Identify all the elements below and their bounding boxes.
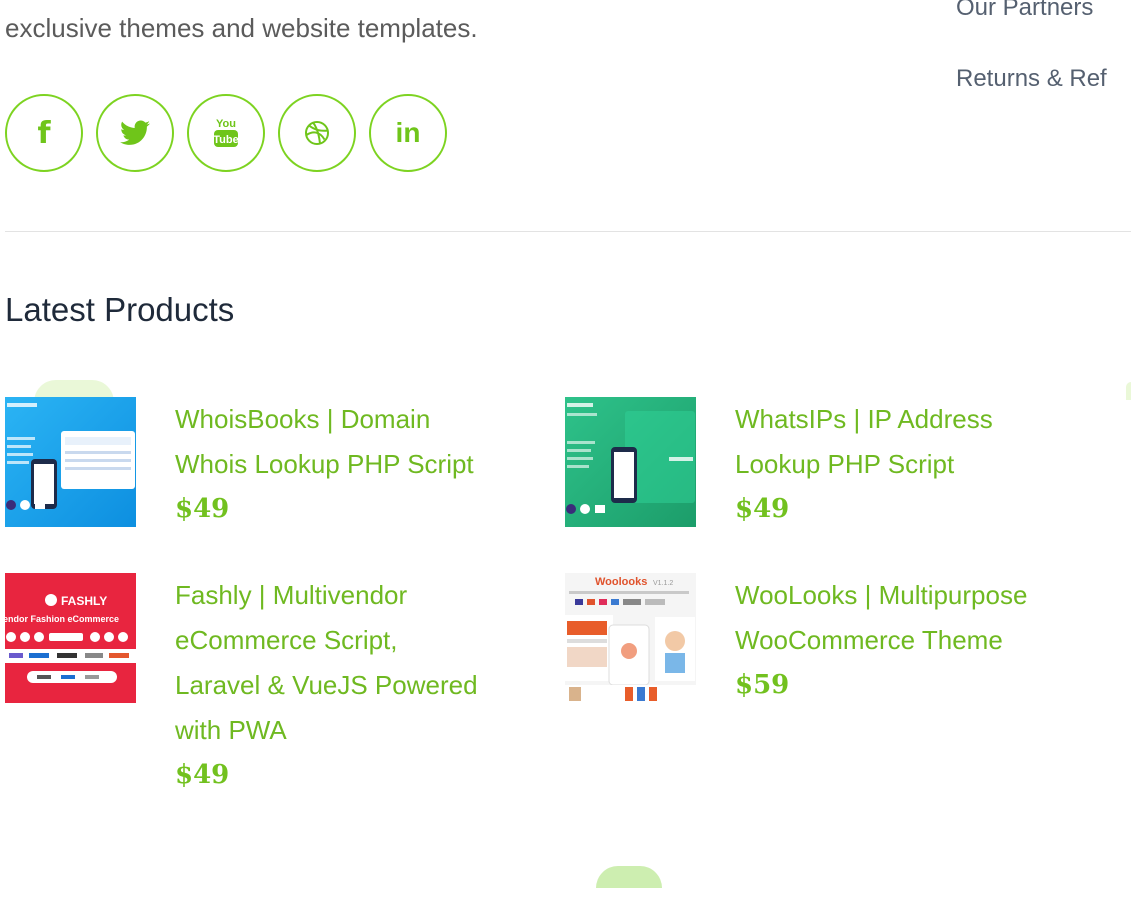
facebook-icon: f bbox=[37, 115, 51, 151]
thumb-brand: Woolooks bbox=[595, 576, 647, 588]
dribbble-button[interactable] bbox=[278, 94, 356, 172]
about-text: exclusive themes and website templates. bbox=[5, 13, 478, 43]
product-thumbnail[interactable]: Woolooks V1.1.2 bbox=[565, 573, 696, 703]
dribbble-icon bbox=[305, 121, 329, 145]
product-title-line[interactable]: WooCommerce Theme bbox=[735, 618, 1085, 663]
social-links: f You Tube in bbox=[5, 94, 447, 172]
product-title[interactable]: Fashly | Multivendor eCommerce Script, L… bbox=[175, 573, 525, 753]
product-price: $49 bbox=[735, 494, 790, 524]
latest-products-title: Latest Products bbox=[5, 291, 235, 328]
product-price: $49 bbox=[175, 760, 230, 790]
product-title-line[interactable]: WhoisBooks | Domain bbox=[175, 397, 525, 442]
product-price: $49 bbox=[175, 494, 230, 524]
svg-text:You: You bbox=[216, 118, 236, 130]
section-divider bbox=[5, 231, 1131, 232]
linkedin-icon: in bbox=[395, 117, 421, 148]
footer-link-returns-refunds[interactable]: Returns & Ref bbox=[956, 63, 1107, 95]
thumb-version: V1.1.2 bbox=[653, 580, 673, 587]
product-title-line[interactable]: with PWA bbox=[175, 708, 525, 753]
product-title[interactable]: WhatsIPs | IP Address Lookup PHP Script bbox=[735, 397, 1085, 487]
youtube-button[interactable]: You Tube bbox=[187, 94, 265, 172]
linkedin-button[interactable]: in bbox=[369, 94, 447, 172]
decorative-cloud-shape bbox=[1126, 382, 1131, 400]
product-price: $59 bbox=[735, 670, 790, 700]
product-title[interactable]: WhoisBooks | Domain Whois Lookup PHP Scr… bbox=[175, 397, 525, 487]
product-title-line[interactable]: WhatsIPs | IP Address bbox=[735, 397, 1085, 442]
svg-text:Tube: Tube bbox=[213, 134, 238, 146]
thumb-brand: FASHLY bbox=[61, 594, 107, 608]
product-title-line[interactable]: WooLooks | Multipurpose bbox=[735, 573, 1085, 618]
facebook-button[interactable]: f bbox=[5, 94, 83, 172]
product-title-line[interactable]: Whois Lookup PHP Script bbox=[175, 442, 525, 487]
product-thumbnail[interactable] bbox=[565, 397, 696, 527]
product-thumbnail[interactable]: FASHLY endor Fashion eCommerce bbox=[5, 573, 136, 703]
twitter-button[interactable] bbox=[96, 94, 174, 172]
footer-link-our-partners[interactable]: Our Partners bbox=[956, 0, 1093, 24]
product-title[interactable]: WooLooks | Multipurpose WooCommerce Them… bbox=[735, 573, 1085, 663]
product-title-line[interactable]: eCommerce Script, bbox=[175, 618, 525, 663]
twitter-icon bbox=[120, 120, 150, 145]
product-title-line[interactable]: Laravel & VueJS Powered bbox=[175, 663, 525, 708]
youtube-icon: You Tube bbox=[213, 118, 239, 147]
thumb-tagline: endor Fashion eCommerce bbox=[5, 614, 119, 624]
product-title-line[interactable]: Lookup PHP Script bbox=[735, 442, 1085, 487]
product-thumbnail[interactable] bbox=[5, 397, 136, 527]
decorative-cloud-shape bbox=[596, 866, 662, 888]
product-title-line[interactable]: Fashly | Multivendor bbox=[175, 573, 525, 618]
